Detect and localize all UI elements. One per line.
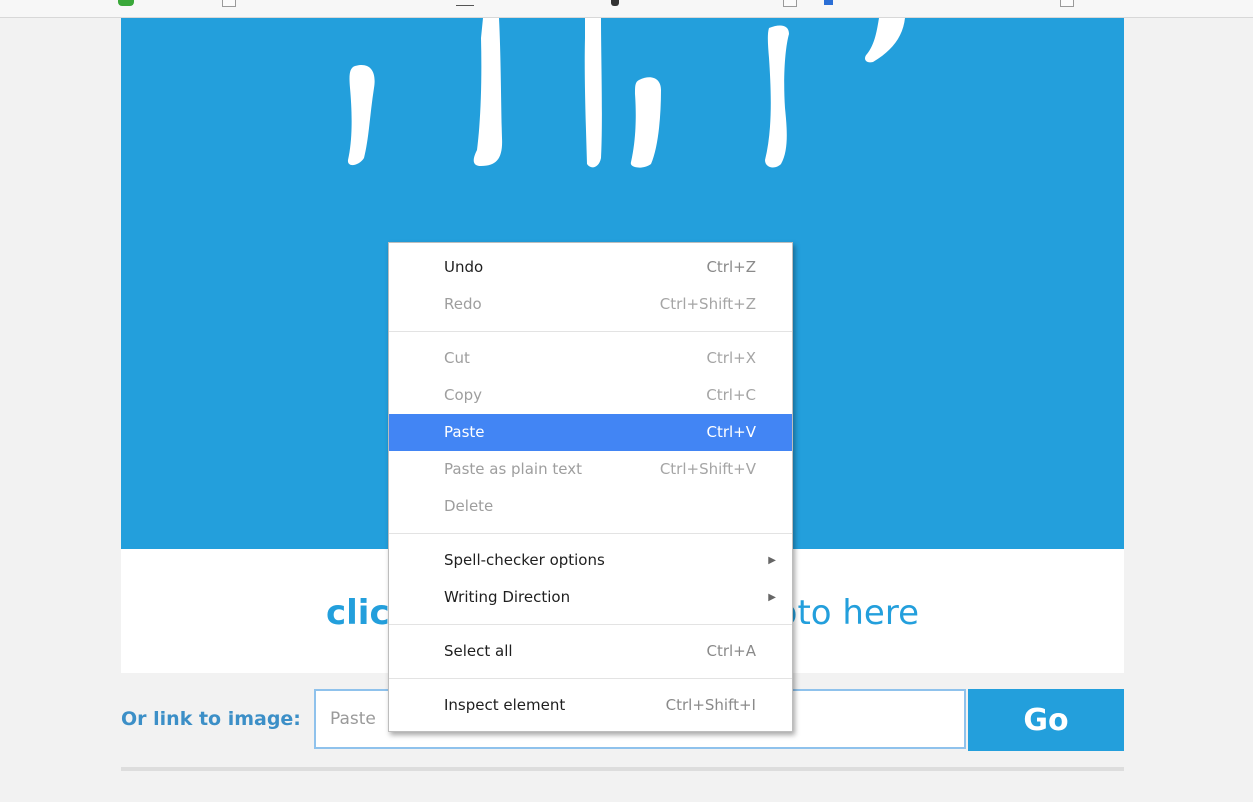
divider [121,767,1124,771]
menu-item-undo[interactable]: Undo Ctrl+Z [389,249,792,286]
menu-item-cut[interactable]: Cut Ctrl+X [389,340,792,377]
menu-item-label: Paste as plain text [444,460,582,478]
bookmark-icon[interactable] [1060,0,1074,7]
menu-item-delete[interactable]: Delete [389,488,792,525]
menu-separator [389,533,792,534]
menu-item-shortcut: Ctrl+C [706,386,756,404]
menu-item-shortcut: Ctrl+A [706,642,756,660]
bookmark-icon[interactable] [783,0,797,7]
menu-item-label: Paste [444,423,485,441]
menu-item-inspect-element[interactable]: Inspect element Ctrl+Shift+I [389,687,792,724]
menu-separator [389,624,792,625]
bookmark-icon[interactable] [222,0,236,7]
menu-item-label: Spell-checker options [444,551,605,569]
bookmark-icon[interactable] [118,0,134,6]
bookmark-icon[interactable] [456,5,474,6]
go-button[interactable]: Go [968,689,1124,751]
menu-item-paste[interactable]: Paste Ctrl+V [389,414,792,451]
menu-item-copy[interactable]: Copy Ctrl+C [389,377,792,414]
page: click hereur photo here Or link to image… [0,0,1253,802]
menu-item-paste-plain-text[interactable]: Paste as plain text Ctrl+Shift+V [389,451,792,488]
menu-item-shortcut: Ctrl+Shift+V [659,460,756,478]
submenu-arrow-icon: ▶ [768,555,776,566]
menu-separator [389,331,792,332]
menu-separator [389,678,792,679]
context-menu: Undo Ctrl+Z Redo Ctrl+Shift+Z Cut Ctrl+X… [388,242,793,732]
submenu-arrow-icon: ▶ [768,592,776,603]
menu-item-redo[interactable]: Redo Ctrl+Shift+Z [389,286,792,323]
menu-item-shortcut: Ctrl+V [706,423,756,441]
menu-item-label: Inspect element [444,696,566,714]
bookmark-icon[interactable] [611,0,619,6]
menu-item-spell-checker-options[interactable]: Spell-checker options ▶ [389,542,792,579]
menu-item-shortcut: Ctrl+X [706,349,756,367]
link-to-image-label: Or link to image: [121,708,301,730]
menu-item-shortcut: Ctrl+Z [706,258,756,276]
menu-item-label: Copy [444,386,483,404]
menu-item-writing-direction[interactable]: Writing Direction ▶ [389,579,792,616]
menu-item-label: Writing Direction [444,588,571,606]
bookmarks-bar [0,0,1253,18]
menu-item-shortcut: Ctrl+Shift+Z [659,295,756,313]
bookmark-icon[interactable] [824,0,833,5]
menu-item-label: Select all [444,642,513,660]
menu-item-label: Redo [444,295,482,313]
menu-item-label: Cut [444,349,470,367]
menu-item-label: Delete [444,497,494,515]
menu-item-select-all[interactable]: Select all Ctrl+A [389,633,792,670]
menu-item-shortcut: Ctrl+Shift+I [665,696,756,714]
menu-item-label: Undo [444,258,484,276]
